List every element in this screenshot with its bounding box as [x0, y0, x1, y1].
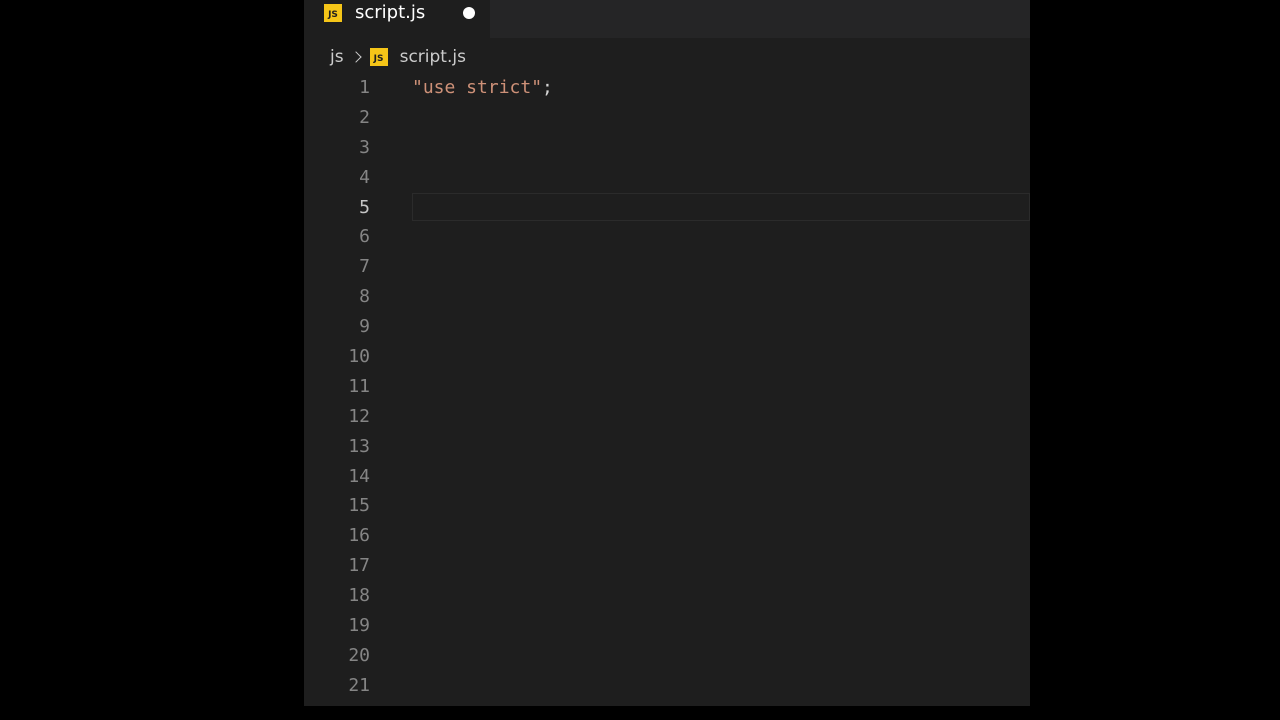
- code-area[interactable]: "use strict";: [412, 73, 1030, 103]
- line-number: 14: [348, 465, 370, 487]
- tab-label: script.js: [355, 2, 426, 23]
- tab-bar: JS script.js: [304, 0, 1030, 38]
- line-number-gutter: 1 2 3 4 5 6 7 8 9 10 11 12 13 14 15 16 17 18 19 20 21: [330, 73, 370, 701]
- current-line-highlight: [412, 193, 1030, 221]
- code-editor: JS script.js js JS script.js 1 2 3 4 5 6 7 8 9 10…: [304, 0, 1030, 706]
- line-number: 8: [359, 286, 370, 308]
- line-number: 2: [359, 106, 370, 128]
- breadcrumb-folder[interactable]: js: [330, 47, 344, 67]
- line-number: 18: [348, 585, 370, 607]
- javascript-file-icon: JS: [369, 48, 388, 66]
- line-number: 15: [348, 495, 370, 517]
- line-number: 20: [348, 644, 370, 666]
- breadcrumb-file[interactable]: script.js: [400, 47, 466, 67]
- line-number: 7: [359, 256, 370, 278]
- chevron-right-icon: [349, 51, 362, 63]
- line-number: 1: [359, 77, 370, 98]
- line-number: 3: [359, 136, 370, 158]
- punctuation-token: ;: [542, 77, 553, 98]
- code-line[interactable]: "use strict";: [412, 73, 1030, 103]
- javascript-file-icon: JS: [324, 4, 342, 22]
- line-number: 12: [348, 405, 370, 427]
- line-number: 4: [359, 166, 370, 188]
- line-number: 13: [348, 435, 370, 457]
- string-token: "use strict": [412, 77, 543, 98]
- line-number: 17: [348, 555, 370, 577]
- line-number: 11: [348, 375, 370, 397]
- line-number: 6: [359, 226, 370, 248]
- breadcrumb: js JS script.js: [330, 44, 466, 70]
- line-number: 10: [348, 346, 370, 368]
- unsaved-changes-dot-icon[interactable]: [463, 7, 475, 19]
- line-number: 16: [348, 525, 370, 547]
- line-number: 19: [348, 615, 370, 637]
- line-number: 9: [359, 316, 370, 338]
- tab-script-js[interactable]: JS script.js: [304, 0, 490, 38]
- line-number: 5: [359, 196, 370, 218]
- line-number: 21: [348, 674, 370, 696]
